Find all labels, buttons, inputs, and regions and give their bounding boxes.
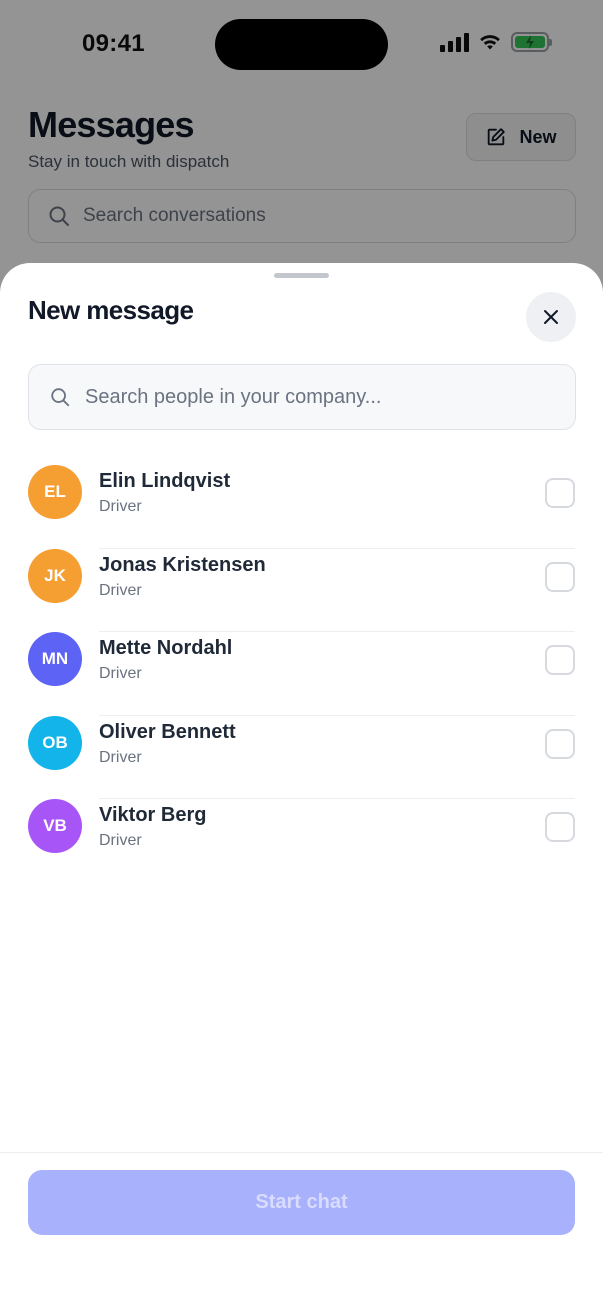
avatar: OB — [28, 715, 82, 770]
close-button[interactable] — [526, 292, 576, 342]
select-checkbox[interactable] — [545, 728, 575, 759]
sheet-title: New message — [28, 295, 194, 325]
people-search-field[interactable] — [28, 364, 576, 430]
people-search-input[interactable] — [85, 385, 555, 409]
footer-divider — [0, 1152, 603, 1153]
search-icon — [51, 388, 70, 407]
list-item[interactable]: JK Jonas Kristensen Driver — [0, 521, 603, 632]
select-checkbox[interactable] — [545, 645, 575, 675]
avatar: EL — [28, 465, 82, 519]
list-item[interactable]: VB Viktor Berg Driver — [0, 771, 603, 855]
people-list: EL Elin Lindqvist Driver JK Jonas Kriste… — [0, 437, 603, 855]
person-role: Driver — [99, 498, 142, 515]
select-checkbox[interactable] — [545, 812, 575, 842]
avatar: VB — [28, 799, 82, 853]
avatar: MN — [28, 632, 82, 686]
select-checkbox[interactable] — [545, 478, 575, 508]
person-name: Oliver Bennett — [99, 720, 236, 743]
person-role: Driver — [99, 832, 142, 849]
new-message-sheet: New message EL Elin Lindqvist Driver JK … — [0, 263, 603, 1310]
list-item[interactable]: EL Elin Lindqvist Driver — [0, 437, 603, 549]
sheet-grabber[interactable] — [274, 273, 329, 278]
start-chat-button[interactable]: Start chat — [28, 1170, 575, 1235]
list-item[interactable]: MN Mette Nordahl Driver — [0, 604, 603, 716]
person-name: Jonas Kristensen — [99, 553, 266, 576]
person-role: Driver — [99, 665, 142, 682]
person-name: Elin Lindqvist — [99, 470, 231, 492]
person-name: Mette Nordahl — [99, 637, 233, 659]
close-icon — [544, 310, 558, 324]
person-role: Driver — [99, 581, 142, 599]
person-role: Driver — [99, 748, 142, 766]
avatar: JK — [28, 548, 82, 603]
select-checkbox[interactable] — [545, 561, 575, 592]
list-item[interactable]: OB Oliver Bennett Driver — [0, 688, 603, 799]
person-name: Viktor Berg — [99, 804, 207, 826]
